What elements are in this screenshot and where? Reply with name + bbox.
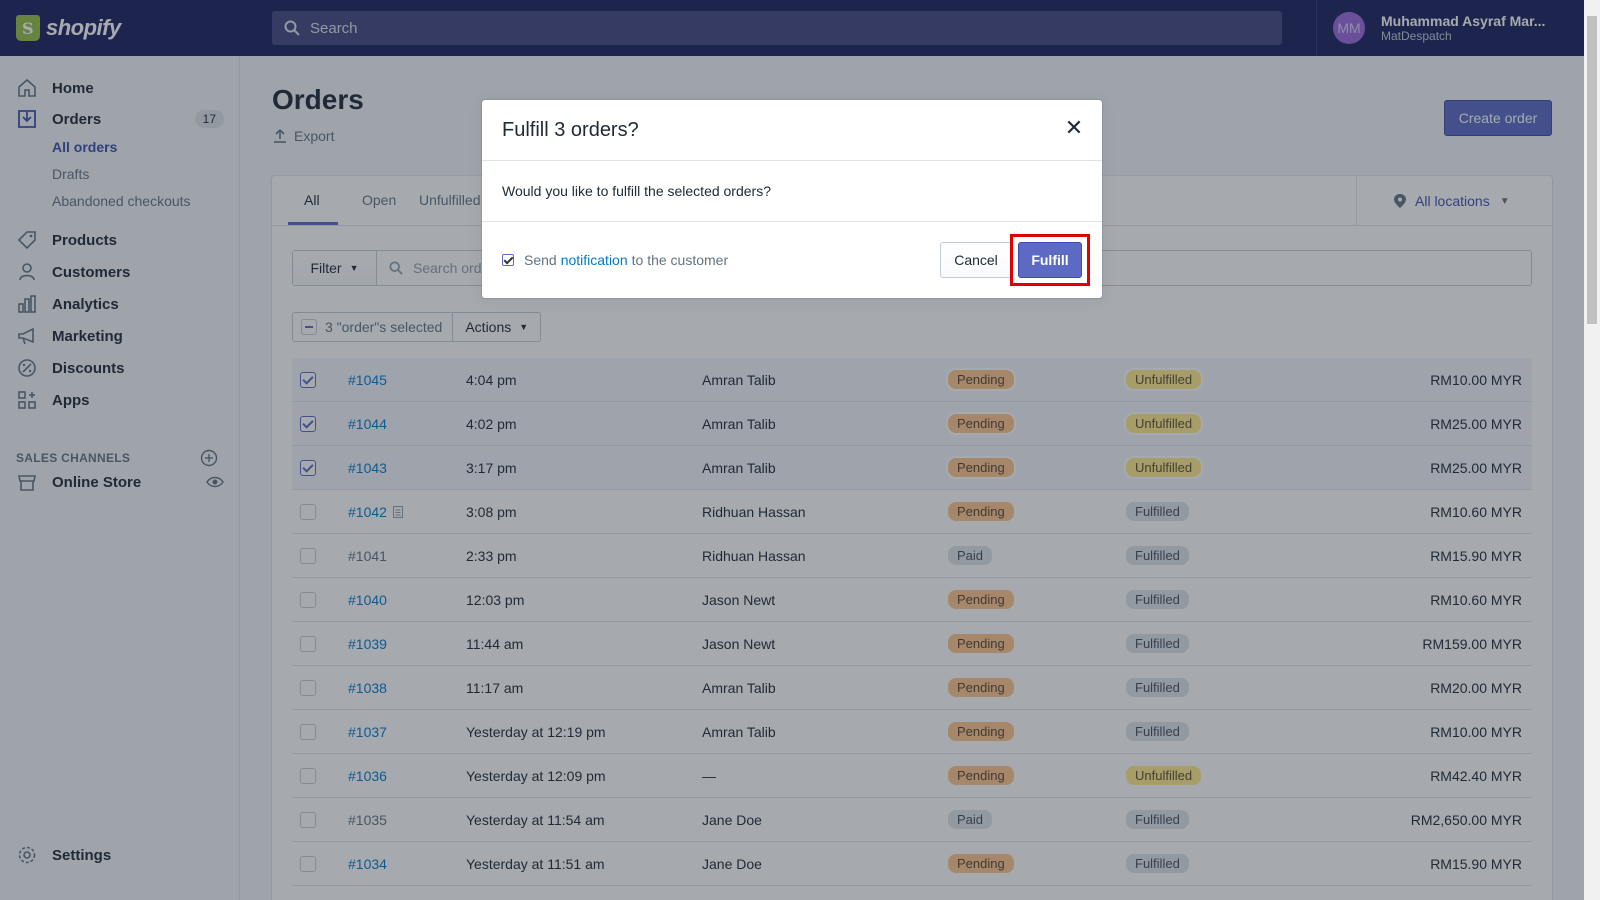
scrollbar-thumb[interactable] (1587, 16, 1597, 324)
send-suffix: to the customer (631, 252, 729, 268)
scrollbar[interactable] (1584, 0, 1600, 900)
send-prefix: Send (524, 252, 557, 268)
fulfill-button[interactable]: Fulfill (1018, 242, 1082, 278)
fulfill-highlight: Fulfill (1010, 234, 1090, 286)
close-icon[interactable]: ✕ (1062, 115, 1086, 140)
notification-link[interactable]: notification (561, 252, 628, 268)
fulfill-modal: Fulfill 3 orders? ✕ Would you like to fu… (482, 100, 1102, 298)
modal-footer: Send notification to the customer Cancel… (482, 222, 1102, 298)
send-notification-checkbox[interactable] (502, 254, 514, 266)
modal-body-text: Would you like to fulfill the selected o… (482, 161, 1102, 222)
modal-title: Fulfill 3 orders? (482, 100, 1102, 161)
cancel-button[interactable]: Cancel (940, 242, 1012, 278)
